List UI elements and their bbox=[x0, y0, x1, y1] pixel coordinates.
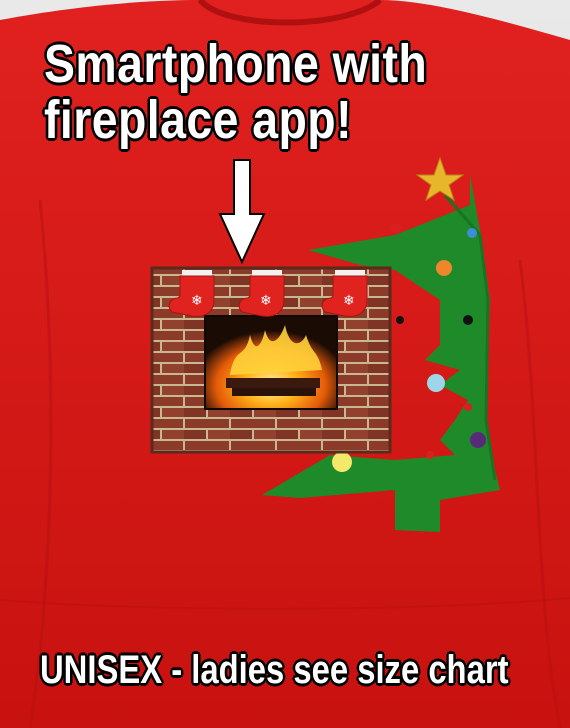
product-photo: ❄ ❄ ❄ Smartphone with fireplace app! UNI… bbox=[0, 0, 570, 728]
headline-line-1: Smartphone with bbox=[44, 34, 428, 94]
snowflake-icon: ❄ bbox=[191, 293, 203, 309]
footer-text: UNISEX - ladies see size chart bbox=[40, 648, 509, 692]
snowflake-icon: ❄ bbox=[260, 293, 272, 309]
snowflake-icon: ❄ bbox=[343, 293, 355, 309]
headline-line-2: fireplace app! bbox=[44, 90, 352, 150]
